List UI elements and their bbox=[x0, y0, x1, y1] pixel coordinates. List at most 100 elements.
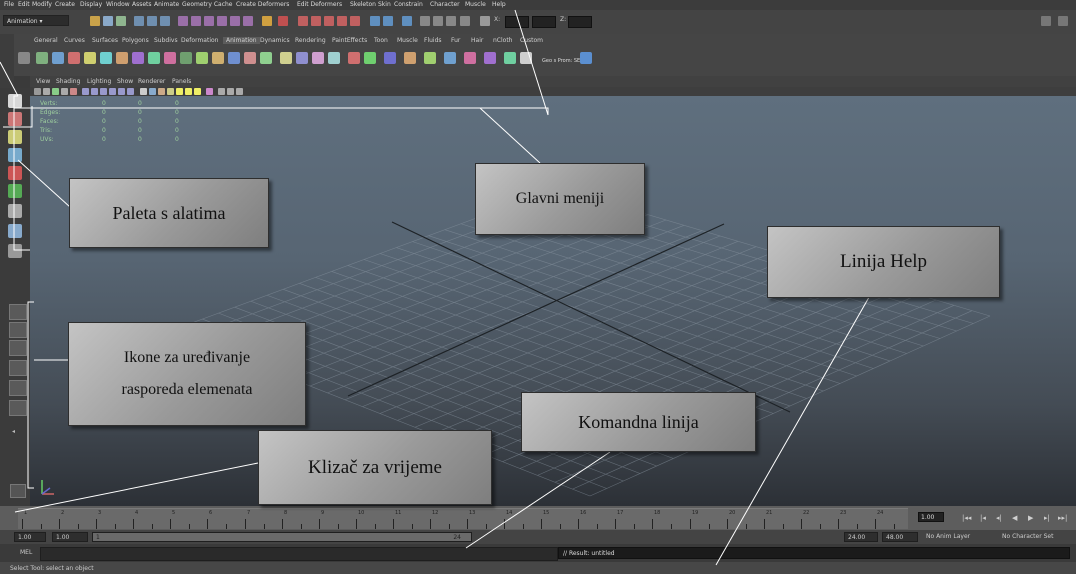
menu-file[interactable]: File bbox=[4, 1, 14, 8]
x-input-field[interactable] bbox=[505, 16, 529, 28]
ik-handle-icon[interactable] bbox=[84, 52, 96, 64]
character-set-dropdown[interactable]: No Character Set bbox=[1002, 533, 1053, 540]
shelf-tab-rendering[interactable]: Rendering bbox=[295, 37, 326, 44]
lock-selection-icon[interactable] bbox=[262, 16, 272, 26]
cache-file-icon[interactable] bbox=[580, 52, 592, 64]
selected-lights-icon[interactable] bbox=[194, 88, 201, 95]
character-set-icon[interactable] bbox=[504, 52, 516, 64]
wireframe-icon[interactable] bbox=[140, 88, 147, 95]
mel-label[interactable]: MEL bbox=[20, 549, 32, 556]
outliner-persp-layout-icon[interactable] bbox=[9, 400, 27, 416]
menu-create-deformers[interactable]: Create Deformers bbox=[236, 1, 289, 8]
panel-menu-shading[interactable]: Shading bbox=[56, 78, 80, 85]
ipr-render-icon[interactable] bbox=[433, 16, 443, 26]
rotate-tool-icon[interactable] bbox=[8, 166, 22, 180]
mask-joints-icon[interactable] bbox=[191, 16, 201, 26]
default-light-icon[interactable] bbox=[176, 88, 183, 95]
shelf-menu-icon[interactable] bbox=[18, 52, 30, 64]
view-settings-icon[interactable] bbox=[236, 88, 243, 95]
move-tool-icon[interactable] bbox=[8, 148, 22, 162]
channel-box-toggle-icon[interactable] bbox=[1058, 16, 1068, 26]
menu-character[interactable]: Character bbox=[430, 1, 460, 8]
menu-animate[interactable]: Animate bbox=[154, 1, 179, 8]
set-key-icon[interactable] bbox=[36, 52, 48, 64]
rigid-skin-icon[interactable] bbox=[296, 52, 308, 64]
shelf-tab-dynamics[interactable]: Dynamics bbox=[260, 37, 290, 44]
gate-mask-icon[interactable] bbox=[100, 88, 107, 95]
hud-toggle-icon[interactable] bbox=[227, 88, 234, 95]
step-back-frame-icon[interactable]: ◂| bbox=[996, 514, 1002, 522]
save-scene-icon[interactable] bbox=[116, 16, 126, 26]
safe-title-icon[interactable] bbox=[127, 88, 134, 95]
menu-skeleton[interactable]: Skeleton bbox=[350, 1, 376, 8]
sculpt-deformer-icon[interactable] bbox=[164, 52, 176, 64]
shelf-tab-toon[interactable]: Toon bbox=[374, 37, 388, 44]
lasso-tool-icon[interactable] bbox=[8, 112, 22, 126]
paint-select-tool-icon[interactable] bbox=[8, 130, 22, 144]
range-slider-bar[interactable]: 1 24 bbox=[92, 532, 472, 542]
snap-grid-icon[interactable] bbox=[298, 16, 308, 26]
menu-muscle[interactable]: Muscle bbox=[465, 1, 486, 8]
normal-constraint-icon[interactable] bbox=[444, 52, 456, 64]
history-icon[interactable] bbox=[370, 16, 380, 26]
panel-menu-lighting[interactable]: Lighting bbox=[87, 78, 111, 85]
persp-outliner-layout-icon[interactable] bbox=[9, 360, 27, 376]
play-forwards-icon[interactable]: ▶ bbox=[1028, 514, 1033, 522]
shelf-tab-surfaces[interactable]: Surfaces bbox=[92, 37, 118, 44]
tangent-constraint-icon[interactable] bbox=[464, 52, 476, 64]
shelf-tab-painteffects[interactable]: PaintEffects bbox=[332, 37, 367, 44]
scale-tool-icon[interactable] bbox=[8, 184, 22, 198]
menu-edit[interactable]: Edit bbox=[18, 1, 30, 8]
select-hierarchy-icon[interactable] bbox=[134, 16, 144, 26]
film-gate-icon[interactable] bbox=[82, 88, 89, 95]
attribute-editor-toggle-icon[interactable] bbox=[1041, 16, 1051, 26]
persp-hypergraph-layout-icon[interactable] bbox=[9, 380, 27, 396]
snap-curve-icon[interactable] bbox=[311, 16, 321, 26]
render-view-icon[interactable] bbox=[402, 16, 412, 26]
joint-tool-icon[interactable] bbox=[100, 52, 112, 64]
shelf-tab-animation[interactable]: Animation bbox=[223, 37, 260, 44]
shelf-tab-ncloth[interactable]: nCloth bbox=[493, 37, 513, 44]
shelf-tab-polygons[interactable]: Polygons bbox=[122, 37, 149, 44]
current-frame-field[interactable]: 1.00 bbox=[918, 512, 944, 522]
cluster-icon[interactable] bbox=[116, 52, 128, 64]
layout-settings-icon[interactable] bbox=[10, 484, 26, 498]
menu-display[interactable]: Display bbox=[80, 1, 102, 8]
persp-graph-layout-icon[interactable] bbox=[9, 340, 27, 356]
new-scene-icon[interactable] bbox=[90, 16, 100, 26]
lattice-icon[interactable] bbox=[132, 52, 144, 64]
render-frame-icon[interactable] bbox=[420, 16, 430, 26]
flare-deformer-icon[interactable] bbox=[212, 52, 224, 64]
select-component-icon[interactable] bbox=[160, 16, 170, 26]
snap-view-plane-icon[interactable] bbox=[337, 16, 347, 26]
field-chart-icon[interactable] bbox=[109, 88, 116, 95]
make-live-icon[interactable] bbox=[350, 16, 360, 26]
open-scene-icon[interactable] bbox=[103, 16, 113, 26]
playback-end-field[interactable]: 24.00 bbox=[844, 532, 878, 542]
command-input[interactable] bbox=[40, 547, 558, 561]
menu-assets[interactable]: Assets bbox=[132, 1, 152, 8]
blend-shape-icon[interactable] bbox=[180, 52, 192, 64]
start-time-field[interactable]: 1.00 bbox=[14, 532, 46, 542]
mask-curves-icon[interactable] bbox=[204, 16, 214, 26]
parent-constraint-icon[interactable] bbox=[404, 52, 416, 64]
panel-menu-renderer[interactable]: Renderer bbox=[138, 78, 165, 85]
pole-vector-icon[interactable] bbox=[484, 52, 496, 64]
shelf-tab-deformation[interactable]: Deformation bbox=[181, 37, 218, 44]
aim-constraint-icon[interactable] bbox=[328, 52, 340, 64]
mask-handles-icon[interactable] bbox=[178, 16, 188, 26]
menu-skin[interactable]: Skin bbox=[378, 1, 391, 8]
layout-more-icon[interactable]: ◂ bbox=[12, 428, 15, 435]
snap-point-icon[interactable] bbox=[324, 16, 334, 26]
anim-layer-dropdown[interactable]: No Anim Layer bbox=[926, 533, 970, 540]
select-tool-icon[interactable] bbox=[8, 94, 22, 108]
shelf-tab-subdivs[interactable]: Subdivs bbox=[154, 37, 178, 44]
go-to-start-icon[interactable]: |◂◂ bbox=[962, 514, 971, 522]
soft-mod-tool-icon[interactable] bbox=[8, 224, 22, 238]
menu-create[interactable]: Create bbox=[55, 1, 75, 8]
resolution-gate-icon[interactable] bbox=[91, 88, 98, 95]
shelf-tab-curves[interactable]: Curves bbox=[64, 37, 85, 44]
shelf-tab-muscle[interactable]: Muscle bbox=[397, 37, 418, 44]
twist-deformer-icon[interactable] bbox=[228, 52, 240, 64]
mask-dynamics-icon[interactable] bbox=[243, 16, 253, 26]
